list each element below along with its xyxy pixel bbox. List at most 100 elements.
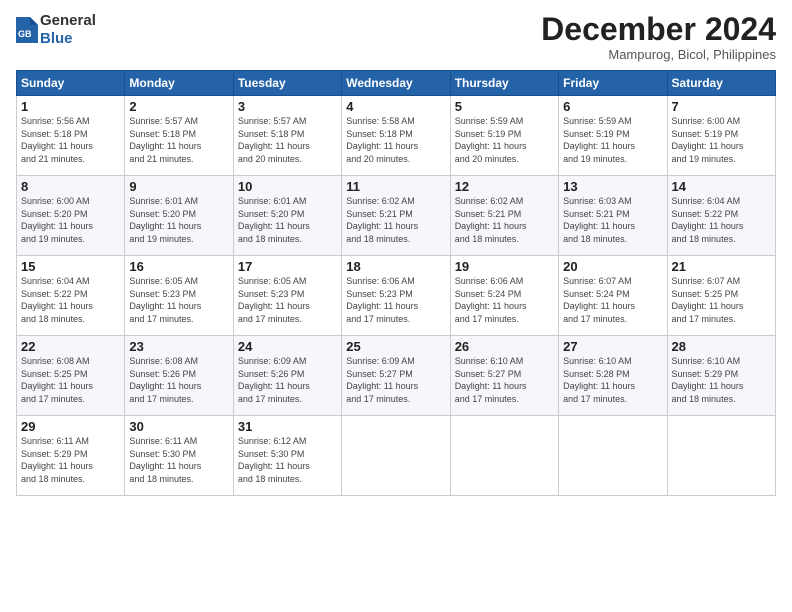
- col-saturday: Saturday: [667, 71, 775, 96]
- calendar-cell: [342, 416, 450, 496]
- calendar-cell: 26 Sunrise: 6:10 AMSunset: 5:27 PMDaylig…: [450, 336, 558, 416]
- day-number: 28: [672, 339, 771, 354]
- calendar-cell: [559, 416, 667, 496]
- col-monday: Monday: [125, 71, 233, 96]
- calendar-cell: 25 Sunrise: 6:09 AMSunset: 5:27 PMDaylig…: [342, 336, 450, 416]
- day-info: Sunrise: 6:06 AMSunset: 5:23 PMDaylight:…: [346, 276, 418, 324]
- header: GB General Blue December 2024 Mampurog, …: [16, 12, 776, 62]
- day-info: Sunrise: 6:07 AMSunset: 5:24 PMDaylight:…: [563, 276, 635, 324]
- calendar-cell: 19 Sunrise: 6:06 AMSunset: 5:24 PMDaylig…: [450, 256, 558, 336]
- calendar-week-2: 8 Sunrise: 6:00 AMSunset: 5:20 PMDayligh…: [17, 176, 776, 256]
- day-number: 27: [563, 339, 662, 354]
- calendar-cell: 29 Sunrise: 6:11 AMSunset: 5:29 PMDaylig…: [17, 416, 125, 496]
- day-info: Sunrise: 6:07 AMSunset: 5:25 PMDaylight:…: [672, 276, 744, 324]
- day-number: 23: [129, 339, 228, 354]
- logo: GB General Blue: [16, 12, 96, 48]
- calendar-cell: 27 Sunrise: 6:10 AMSunset: 5:28 PMDaylig…: [559, 336, 667, 416]
- calendar-table: Sunday Monday Tuesday Wednesday Thursday…: [16, 70, 776, 496]
- calendar-cell: 3 Sunrise: 5:57 AMSunset: 5:18 PMDayligh…: [233, 96, 341, 176]
- calendar-cell: 9 Sunrise: 6:01 AMSunset: 5:20 PMDayligh…: [125, 176, 233, 256]
- day-info: Sunrise: 6:05 AMSunset: 5:23 PMDaylight:…: [129, 276, 201, 324]
- day-info: Sunrise: 6:01 AMSunset: 5:20 PMDaylight:…: [129, 196, 201, 244]
- day-number: 10: [238, 179, 337, 194]
- day-number: 30: [129, 419, 228, 434]
- day-info: Sunrise: 6:08 AMSunset: 5:25 PMDaylight:…: [21, 356, 93, 404]
- calendar-cell: 7 Sunrise: 6:00 AMSunset: 5:19 PMDayligh…: [667, 96, 775, 176]
- calendar-cell: 13 Sunrise: 6:03 AMSunset: 5:21 PMDaylig…: [559, 176, 667, 256]
- day-number: 2: [129, 99, 228, 114]
- calendar-cell: 28 Sunrise: 6:10 AMSunset: 5:29 PMDaylig…: [667, 336, 775, 416]
- day-info: Sunrise: 6:08 AMSunset: 5:26 PMDaylight:…: [129, 356, 201, 404]
- title-block: December 2024 Mampurog, Bicol, Philippin…: [541, 12, 776, 62]
- calendar-cell: 15 Sunrise: 6:04 AMSunset: 5:22 PMDaylig…: [17, 256, 125, 336]
- day-number: 20: [563, 259, 662, 274]
- calendar-cell: 10 Sunrise: 6:01 AMSunset: 5:20 PMDaylig…: [233, 176, 341, 256]
- calendar-week-3: 15 Sunrise: 6:04 AMSunset: 5:22 PMDaylig…: [17, 256, 776, 336]
- calendar-cell: 12 Sunrise: 6:02 AMSunset: 5:21 PMDaylig…: [450, 176, 558, 256]
- col-sunday: Sunday: [17, 71, 125, 96]
- day-number: 3: [238, 99, 337, 114]
- calendar-cell: 21 Sunrise: 6:07 AMSunset: 5:25 PMDaylig…: [667, 256, 775, 336]
- day-info: Sunrise: 6:12 AMSunset: 5:30 PMDaylight:…: [238, 436, 310, 484]
- day-number: 17: [238, 259, 337, 274]
- day-number: 6: [563, 99, 662, 114]
- day-info: Sunrise: 5:57 AMSunset: 5:18 PMDaylight:…: [238, 116, 310, 164]
- day-number: 29: [21, 419, 120, 434]
- logo-text: General Blue: [40, 12, 96, 48]
- day-number: 14: [672, 179, 771, 194]
- day-number: 9: [129, 179, 228, 194]
- calendar-header-row: Sunday Monday Tuesday Wednesday Thursday…: [17, 71, 776, 96]
- calendar-cell: 22 Sunrise: 6:08 AMSunset: 5:25 PMDaylig…: [17, 336, 125, 416]
- calendar-cell: [450, 416, 558, 496]
- location: Mampurog, Bicol, Philippines: [541, 47, 776, 62]
- calendar-cell: 18 Sunrise: 6:06 AMSunset: 5:23 PMDaylig…: [342, 256, 450, 336]
- month-title: December 2024: [541, 12, 776, 47]
- col-friday: Friday: [559, 71, 667, 96]
- col-tuesday: Tuesday: [233, 71, 341, 96]
- day-info: Sunrise: 6:02 AMSunset: 5:21 PMDaylight:…: [455, 196, 527, 244]
- day-info: Sunrise: 6:01 AMSunset: 5:20 PMDaylight:…: [238, 196, 310, 244]
- calendar-cell: 31 Sunrise: 6:12 AMSunset: 5:30 PMDaylig…: [233, 416, 341, 496]
- day-number: 19: [455, 259, 554, 274]
- calendar-cell: 2 Sunrise: 5:57 AMSunset: 5:18 PMDayligh…: [125, 96, 233, 176]
- day-info: Sunrise: 5:59 AMSunset: 5:19 PMDaylight:…: [455, 116, 527, 164]
- calendar-cell: 20 Sunrise: 6:07 AMSunset: 5:24 PMDaylig…: [559, 256, 667, 336]
- day-info: Sunrise: 6:06 AMSunset: 5:24 PMDaylight:…: [455, 276, 527, 324]
- calendar-cell: [667, 416, 775, 496]
- day-number: 18: [346, 259, 445, 274]
- day-info: Sunrise: 6:04 AMSunset: 5:22 PMDaylight:…: [21, 276, 93, 324]
- day-info: Sunrise: 6:09 AMSunset: 5:27 PMDaylight:…: [346, 356, 418, 404]
- day-number: 13: [563, 179, 662, 194]
- day-number: 11: [346, 179, 445, 194]
- svg-text:GB: GB: [18, 29, 32, 39]
- day-info: Sunrise: 6:11 AMSunset: 5:30 PMDaylight:…: [129, 436, 201, 484]
- day-number: 26: [455, 339, 554, 354]
- day-info: Sunrise: 5:57 AMSunset: 5:18 PMDaylight:…: [129, 116, 201, 164]
- day-number: 4: [346, 99, 445, 114]
- calendar-week-5: 29 Sunrise: 6:11 AMSunset: 5:29 PMDaylig…: [17, 416, 776, 496]
- calendar-cell: 24 Sunrise: 6:09 AMSunset: 5:26 PMDaylig…: [233, 336, 341, 416]
- day-number: 8: [21, 179, 120, 194]
- day-number: 31: [238, 419, 337, 434]
- calendar-cell: 16 Sunrise: 6:05 AMSunset: 5:23 PMDaylig…: [125, 256, 233, 336]
- day-info: Sunrise: 6:04 AMSunset: 5:22 PMDaylight:…: [672, 196, 744, 244]
- calendar-cell: 23 Sunrise: 6:08 AMSunset: 5:26 PMDaylig…: [125, 336, 233, 416]
- day-number: 16: [129, 259, 228, 274]
- day-info: Sunrise: 6:05 AMSunset: 5:23 PMDaylight:…: [238, 276, 310, 324]
- calendar-cell: 17 Sunrise: 6:05 AMSunset: 5:23 PMDaylig…: [233, 256, 341, 336]
- logo-blue: Blue: [40, 30, 96, 48]
- day-info: Sunrise: 6:10 AMSunset: 5:29 PMDaylight:…: [672, 356, 744, 404]
- day-info: Sunrise: 6:03 AMSunset: 5:21 PMDaylight:…: [563, 196, 635, 244]
- calendar-cell: 8 Sunrise: 6:00 AMSunset: 5:20 PMDayligh…: [17, 176, 125, 256]
- day-number: 21: [672, 259, 771, 274]
- day-number: 25: [346, 339, 445, 354]
- logo-icon: GB: [16, 17, 38, 43]
- calendar-cell: 30 Sunrise: 6:11 AMSunset: 5:30 PMDaylig…: [125, 416, 233, 496]
- day-info: Sunrise: 6:09 AMSunset: 5:26 PMDaylight:…: [238, 356, 310, 404]
- calendar-cell: 11 Sunrise: 6:02 AMSunset: 5:21 PMDaylig…: [342, 176, 450, 256]
- day-number: 5: [455, 99, 554, 114]
- logo-general: General: [40, 12, 96, 30]
- calendar-week-1: 1 Sunrise: 5:56 AMSunset: 5:18 PMDayligh…: [17, 96, 776, 176]
- day-number: 12: [455, 179, 554, 194]
- day-info: Sunrise: 5:58 AMSunset: 5:18 PMDaylight:…: [346, 116, 418, 164]
